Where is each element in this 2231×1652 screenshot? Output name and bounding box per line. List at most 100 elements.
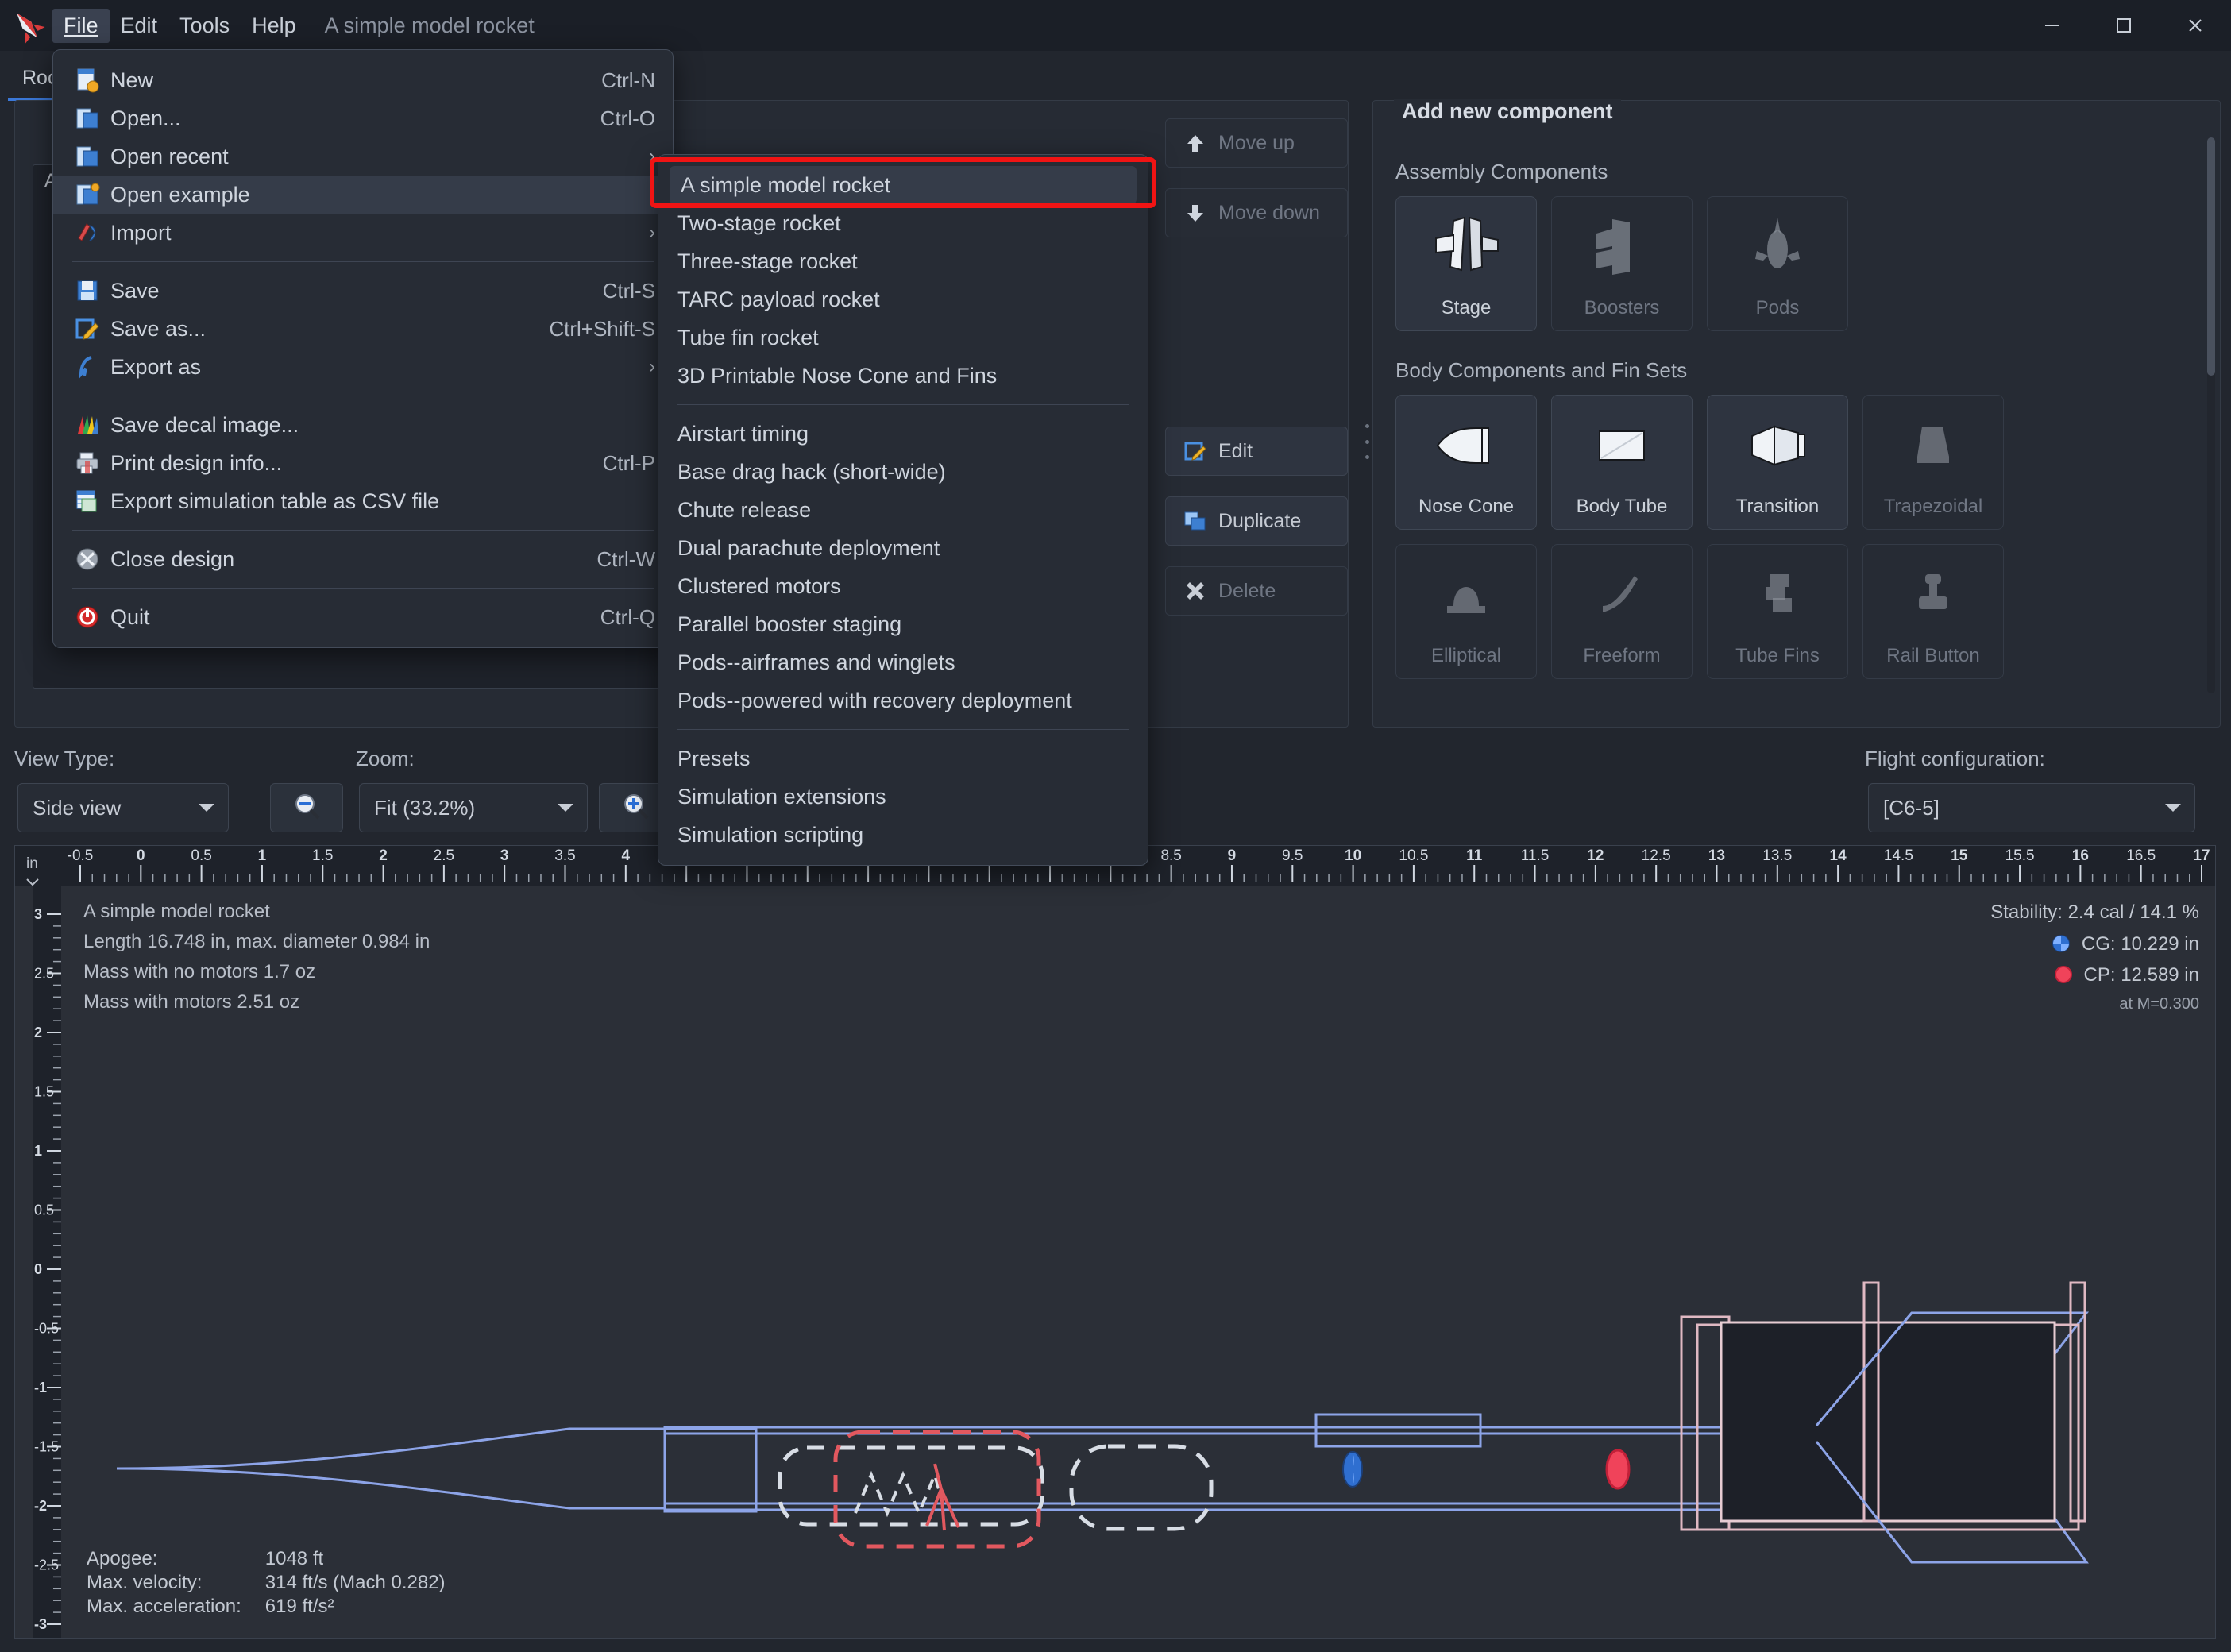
zoom-in-icon xyxy=(620,791,650,825)
add-trapezoidal-fin-button[interactable]: Trapezoidal xyxy=(1862,395,2004,530)
example-item-tube-fin-rocket[interactable]: Tube fin rocket xyxy=(658,318,1148,357)
delete-button[interactable]: Delete xyxy=(1165,566,1348,616)
example-label: Two-stage rocket xyxy=(677,210,841,235)
file-menu-item-open-example[interactable]: Open example › xyxy=(53,176,673,214)
file-menu-item-import[interactable]: Import › xyxy=(53,214,673,252)
svg-text:12.5: 12.5 xyxy=(1642,847,1671,864)
move-down-button[interactable]: Move down xyxy=(1165,188,1348,237)
assembly-components-grid: Stage Boosters Pods xyxy=(1395,196,1848,331)
arrow-up-icon xyxy=(1183,131,1207,155)
rocket-info-mass-with-motors: Mass with motors 2.51 oz xyxy=(83,990,300,1013)
file-menu-item-new[interactable]: New Ctrl-N xyxy=(53,61,673,99)
example-item-tarc-payload-rocket[interactable]: TARC payload rocket xyxy=(658,280,1148,318)
svg-text:3.5: 3.5 xyxy=(554,847,575,864)
example-label: Presets xyxy=(677,746,751,770)
example-item-two-stage-rocket[interactable]: Two-stage rocket xyxy=(658,204,1148,242)
open-example-submenu[interactable]: A simple model rocket Two-stage rocket T… xyxy=(658,154,1148,866)
add-stage-button[interactable]: Stage xyxy=(1395,196,1537,331)
svg-text:1: 1 xyxy=(258,847,267,864)
file-menu-new-label: New xyxy=(110,68,154,92)
file-menu-popup[interactable]: New Ctrl-N Open... Ctrl-O Open recent › … xyxy=(52,49,674,648)
body-components-label: Body Components and Fin Sets xyxy=(1395,358,1688,382)
add-transition-button[interactable]: Transition xyxy=(1707,395,1848,530)
example-label: Tube fin rocket xyxy=(677,325,819,349)
menu-tools[interactable]: Tools xyxy=(168,9,241,43)
example-item-pods-airframes-and-winglets[interactable]: Pods--airframes and winglets xyxy=(658,643,1148,681)
cp-label: CP: xyxy=(2083,964,2116,986)
menu-file[interactable]: File xyxy=(52,8,110,43)
svg-text:11.5: 11.5 xyxy=(1521,847,1550,864)
example-item-parallel-booster-staging[interactable]: Parallel booster staging xyxy=(658,605,1148,643)
example-label: Three-stage rocket xyxy=(677,249,858,273)
example-item-airstart-timing[interactable]: Airstart timing xyxy=(658,415,1148,453)
file-menu-item-save[interactable]: Save Ctrl-S xyxy=(53,272,673,310)
rocket-info-name: A simple model rocket xyxy=(83,901,270,922)
file-menu-item-open-recent[interactable]: Open recent › xyxy=(53,137,673,176)
add-body-tube-button[interactable]: Body Tube xyxy=(1551,395,1693,530)
edit-button[interactable]: Edit xyxy=(1165,427,1348,476)
example-label: Airstart timing xyxy=(677,421,809,446)
example-item-pods-powered-with-recovery-deployment[interactable]: Pods--powered with recovery deployment xyxy=(658,681,1148,720)
duplicate-icon xyxy=(1183,509,1207,533)
add-rail-button-button[interactable]: Rail Button xyxy=(1862,544,2004,679)
add-freeform-fin-button[interactable]: Freeform xyxy=(1551,544,1693,679)
add-transition-label: Transition xyxy=(1735,496,1820,517)
add-tube-fins-button[interactable]: Tube Fins xyxy=(1707,544,1848,679)
file-menu-item-export-csv[interactable]: Export simulation table as CSV file xyxy=(53,482,673,520)
svg-text:12: 12 xyxy=(1587,847,1604,864)
rocket-logo-icon xyxy=(6,5,48,46)
body-components-grid: Nose Cone Body Tube Transition Trapezoid… xyxy=(1395,395,2004,679)
svg-text:1.5: 1.5 xyxy=(312,847,333,864)
svg-text:9.5: 9.5 xyxy=(1282,847,1303,864)
close-icon[interactable] xyxy=(2160,0,2231,51)
example-item-simulation-scripting[interactable]: Simulation scripting xyxy=(658,816,1148,854)
chevron-down-icon xyxy=(185,802,228,813)
open-example-icon xyxy=(74,181,110,208)
file-menu-item-open[interactable]: Open... Ctrl-O xyxy=(53,99,673,137)
menu-edit[interactable]: Edit xyxy=(110,9,169,43)
menu-help[interactable]: Help xyxy=(241,9,307,43)
file-menu-item-close-design[interactable]: Close design Ctrl-W xyxy=(53,540,673,578)
example-item-simple-model-rocket[interactable]: A simple model rocket xyxy=(670,166,1137,204)
example-label: 3D Printable Nose Cone and Fins xyxy=(677,363,998,388)
view-type-select[interactable]: Side view xyxy=(17,783,229,832)
example-item-base-drag-hack[interactable]: Base drag hack (short-wide) xyxy=(658,453,1148,491)
example-item-clustered-motors[interactable]: Clustered motors xyxy=(658,567,1148,605)
file-menu-item-print[interactable]: Print design info... Ctrl-P xyxy=(53,444,673,482)
zoom-out-button[interactable] xyxy=(270,783,343,832)
example-item-dual-parachute-deployment[interactable]: Dual parachute deployment xyxy=(658,529,1148,567)
svg-text:-0.5: -0.5 xyxy=(68,847,94,864)
file-menu-item-quit[interactable]: Quit Ctrl-Q xyxy=(53,598,673,636)
example-item-simulation-extensions[interactable]: Simulation extensions xyxy=(658,778,1148,816)
file-menu-item-save-as[interactable]: Save as... Ctrl+Shift-S xyxy=(53,310,673,348)
add-elliptical-fin-button[interactable]: Elliptical xyxy=(1395,544,1537,679)
design-canvas[interactable]: in -0.500.511.522.533.544.555.566.577.58… xyxy=(14,845,2216,1639)
maximize-icon[interactable] xyxy=(2088,0,2160,51)
add-nose-cone-button[interactable]: Nose Cone xyxy=(1395,395,1537,530)
example-item-3d-printable-nose-cone-and-fins[interactable]: 3D Printable Nose Cone and Fins xyxy=(658,357,1148,395)
csv-table-icon xyxy=(74,488,110,515)
example-item-chute-release[interactable]: Chute release xyxy=(658,491,1148,529)
zoom-select[interactable]: Fit (33.2%) xyxy=(359,783,588,832)
rocket-drawing[interactable]: A simple model rocket Length 16.748 in, … xyxy=(61,886,2215,1638)
flight-configuration-select[interactable]: [C6-5] xyxy=(1868,783,2195,832)
flight-configuration-value: [C6-5] xyxy=(1883,795,1940,820)
svg-text:2: 2 xyxy=(34,1025,42,1040)
add-component-title: Add new component xyxy=(1394,99,1621,124)
duplicate-button[interactable]: Duplicate xyxy=(1165,496,1348,546)
svg-text:2: 2 xyxy=(379,847,388,864)
panel-splitter[interactable] xyxy=(1362,424,1372,459)
stability-block: Stability: 2.4 cal / 14.1 % CG: 10.229 i… xyxy=(1990,897,2199,1017)
file-menu-item-export-as[interactable]: Export as › xyxy=(53,348,673,386)
example-label: Pods--airframes and winglets xyxy=(677,650,955,674)
add-boosters-button[interactable]: Boosters xyxy=(1551,196,1693,331)
file-menu-item-save-decal[interactable]: Save decal image... xyxy=(53,406,673,444)
move-up-button[interactable]: Move up xyxy=(1165,118,1348,168)
add-pods-button[interactable]: Pods xyxy=(1707,196,1848,331)
example-item-presets[interactable]: Presets xyxy=(658,739,1148,778)
chevron-right-icon: › xyxy=(649,222,655,243)
minimize-icon[interactable] xyxy=(2017,0,2088,51)
chevron-right-icon: › xyxy=(649,356,655,377)
right-panel-scrollbar[interactable] xyxy=(2207,137,2215,693)
example-item-three-stage-rocket[interactable]: Three-stage rocket xyxy=(658,242,1148,280)
